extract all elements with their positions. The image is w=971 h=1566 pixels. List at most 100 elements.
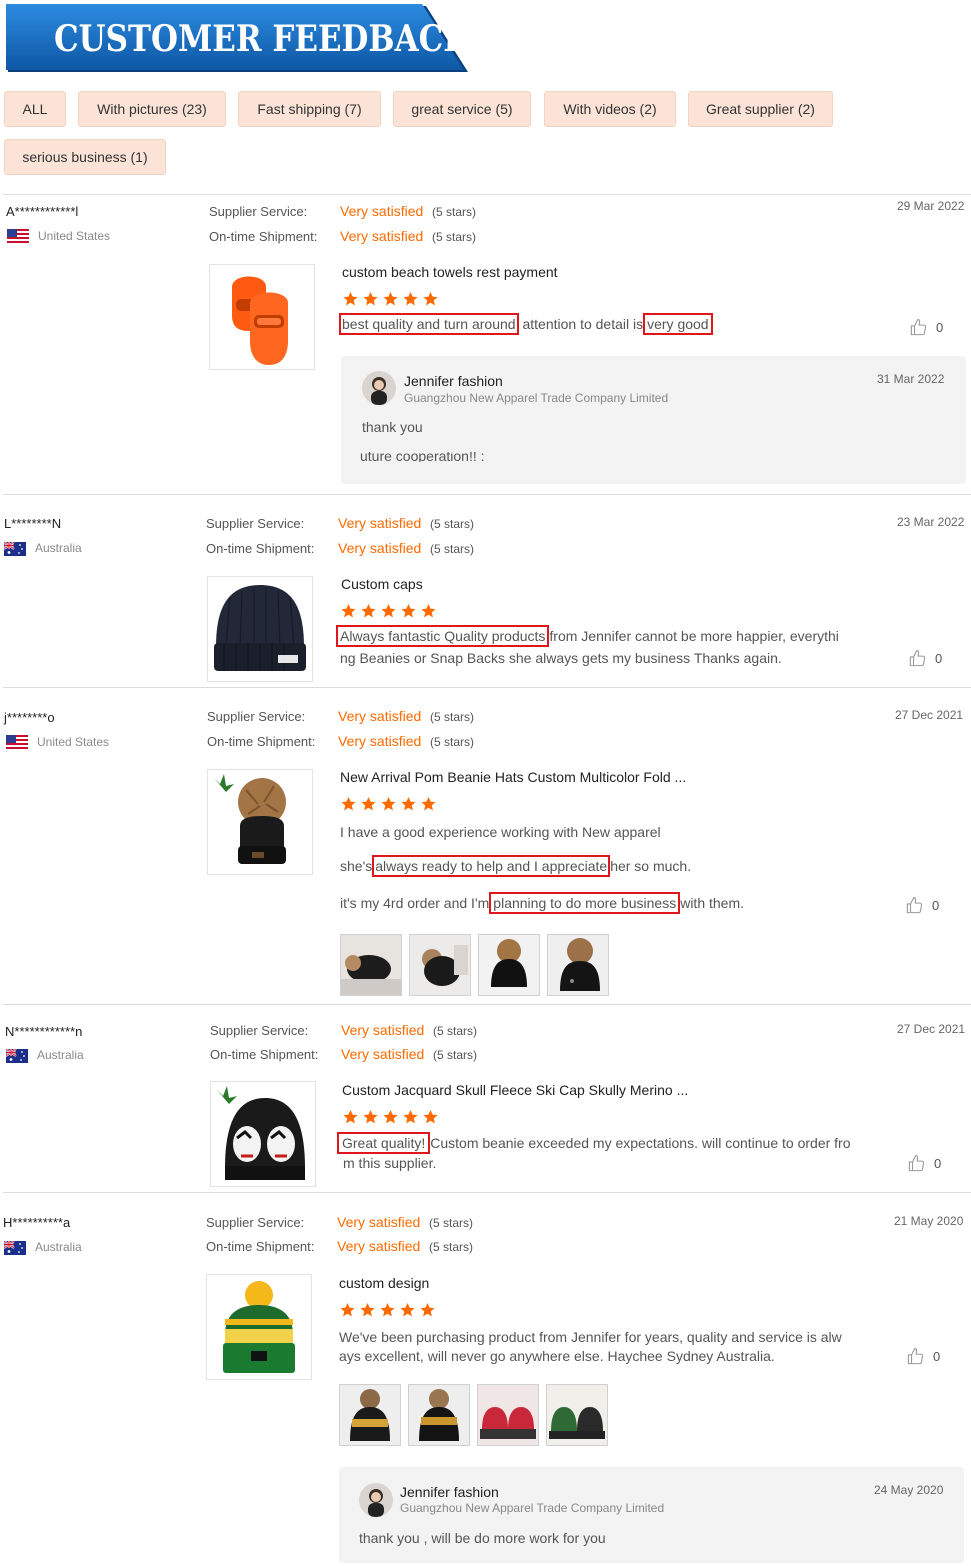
review-comment-line2: ays excellent, will never go anywhere el…: [339, 1348, 775, 1364]
reply-date: 24 May 2020: [874, 1483, 944, 1497]
ontime-shipment-stars: (5 stars): [433, 1048, 478, 1062]
product-title[interactable]: custom beach towels rest payment: [342, 264, 558, 280]
filter-great-supplier[interactable]: Great supplier (2): [688, 91, 833, 127]
review-date: 21 May 2020: [894, 1214, 964, 1228]
supplier-service-rating: Very satisfied: [341, 1022, 425, 1038]
review-comment-line2: she's always ready to help and I apprecia…: [340, 855, 691, 877]
ontime-shipment-stars: (5 stars): [429, 1240, 474, 1254]
review-photo[interactable]: [340, 934, 402, 996]
like-button[interactable]: 0: [908, 649, 942, 668]
star-icon: [400, 796, 417, 812]
like-count: 0: [933, 1349, 941, 1364]
rating-stars: [340, 603, 437, 619]
review-comment-line2: ng Beanies or Snap Backs she always gets…: [340, 650, 782, 666]
product-title[interactable]: New Arrival Pom Beanie Hats Custom Multi…: [340, 769, 686, 785]
star-icon: [422, 1109, 439, 1125]
thumbs-up-icon: [907, 1154, 926, 1173]
star-icon: [360, 603, 377, 619]
ontime-shipment-rating: Very satisfied: [338, 733, 422, 749]
review-photo[interactable]: [339, 1384, 401, 1446]
filter-great-service[interactable]: great service (5): [393, 91, 531, 127]
reply-date: 31 Mar 2022: [877, 372, 945, 386]
review-photo[interactable]: [477, 1384, 539, 1446]
review-comment-line2: m this supplier.: [343, 1155, 437, 1171]
like-count: 0: [936, 320, 944, 335]
reviewer-country: United States: [38, 229, 111, 243]
supplier-service-stars: (5 stars): [433, 1024, 478, 1038]
review-comment-line3: it's my 4rd order and I'm planning to do …: [340, 892, 744, 914]
review-comment-line1: I have a good experience working with Ne…: [340, 824, 661, 840]
supplier-service-label: Supplier Service:: [210, 1023, 309, 1038]
review-photo[interactable]: [547, 934, 609, 996]
highlighted-phrase: very good: [643, 313, 713, 335]
review-photo[interactable]: [408, 1384, 470, 1446]
divider: [3, 1192, 971, 1193]
like-button[interactable]: 0: [909, 318, 943, 337]
ontime-shipment-label: On-time Shipment:: [209, 229, 318, 244]
star-icon: [340, 603, 357, 619]
banner-title: CUSTOMER FEEDBACK: [54, 18, 471, 60]
star-icon: [399, 1302, 416, 1318]
filter-with-pictures[interactable]: With pictures (23): [78, 91, 226, 127]
ontime-shipment-rating: Very satisfied: [341, 1046, 425, 1062]
supplier-reply: Jennifer fashion Guangzhou New Apparel T…: [341, 356, 966, 484]
reply-company: Guangzhou New Apparel Trade Company Limi…: [400, 1501, 665, 1515]
highlighted-phrase: always ready to help and I appreciate: [372, 855, 611, 877]
supplier-service-rating: Very satisfied: [338, 708, 422, 724]
filter-all[interactable]: ALL: [4, 91, 66, 127]
product-title[interactable]: custom design: [339, 1275, 429, 1291]
ontime-shipment-rating: Very satisfied: [337, 1238, 421, 1254]
reviewer-name: A************l: [6, 204, 79, 219]
product-title[interactable]: Custom Jacquard Skull Fleece Ski Cap Sku…: [342, 1082, 688, 1098]
star-icon: [382, 291, 399, 307]
star-icon: [362, 291, 379, 307]
rating-stars: [342, 1109, 439, 1125]
product-thumbnail[interactable]: [207, 576, 313, 682]
divider: [3, 194, 971, 195]
thumbs-up-icon: [905, 896, 924, 915]
star-icon: [360, 796, 377, 812]
product-thumbnail[interactable]: [210, 1081, 316, 1187]
supplier-service-stars: (5 stars): [430, 517, 475, 531]
review-comment: Always fantastic Quality products from Je…: [336, 625, 839, 647]
reply-author: Jennifer fashion: [404, 373, 503, 389]
like-count: 0: [935, 651, 943, 666]
review-photo[interactable]: [409, 934, 471, 996]
divider: [3, 1004, 971, 1005]
product-title[interactable]: Custom caps: [341, 576, 423, 592]
us-flag-icon: [6, 735, 28, 749]
reply-company: Guangzhou New Apparel Trade Company Limi…: [404, 391, 669, 405]
filter-serious-business[interactable]: serious business (1): [4, 139, 166, 175]
reviewer-country: Australia: [37, 1048, 84, 1062]
ontime-shipment-stars: (5 stars): [430, 735, 475, 749]
reply-author: Jennifer fashion: [400, 1484, 499, 1500]
review-comment: best quality and turn around attention t…: [339, 313, 713, 335]
star-icon: [359, 1302, 376, 1318]
star-icon: [419, 1302, 436, 1318]
filter-fast-shipping[interactable]: Fast shipping (7): [238, 91, 381, 127]
reply-text: thank you , will be do more work for you: [359, 1530, 606, 1546]
reply-overflow-text: uture cooperation!! :: [360, 452, 485, 462]
review-photo[interactable]: [478, 934, 540, 996]
australia-flag-icon: [6, 1049, 28, 1063]
rating-stars: [342, 291, 439, 307]
supplier-service-label: Supplier Service:: [209, 204, 308, 219]
rating-stars: [340, 796, 437, 812]
divider: [3, 687, 971, 688]
like-button[interactable]: 0: [906, 1347, 940, 1366]
supplier-service-rating: Very satisfied: [338, 515, 422, 531]
product-thumbnail[interactable]: [209, 264, 315, 370]
product-thumbnail[interactable]: [207, 769, 313, 875]
product-thumbnail[interactable]: [206, 1274, 312, 1380]
australia-flag-icon: [4, 1241, 26, 1255]
star-icon: [420, 603, 437, 619]
like-button[interactable]: 0: [907, 1154, 941, 1173]
review-photo[interactable]: [546, 1384, 608, 1446]
supplier-service-label: Supplier Service:: [206, 516, 305, 531]
review-comment-line1: We've been purchasing product from Jenni…: [339, 1329, 842, 1345]
review-date: 23 Mar 2022: [897, 515, 965, 529]
reviewer-country: Australia: [35, 1240, 82, 1254]
ontime-shipment-stars: (5 stars): [430, 542, 475, 556]
filter-with-videos[interactable]: With videos (2): [544, 91, 676, 127]
like-button[interactable]: 0: [905, 896, 939, 915]
